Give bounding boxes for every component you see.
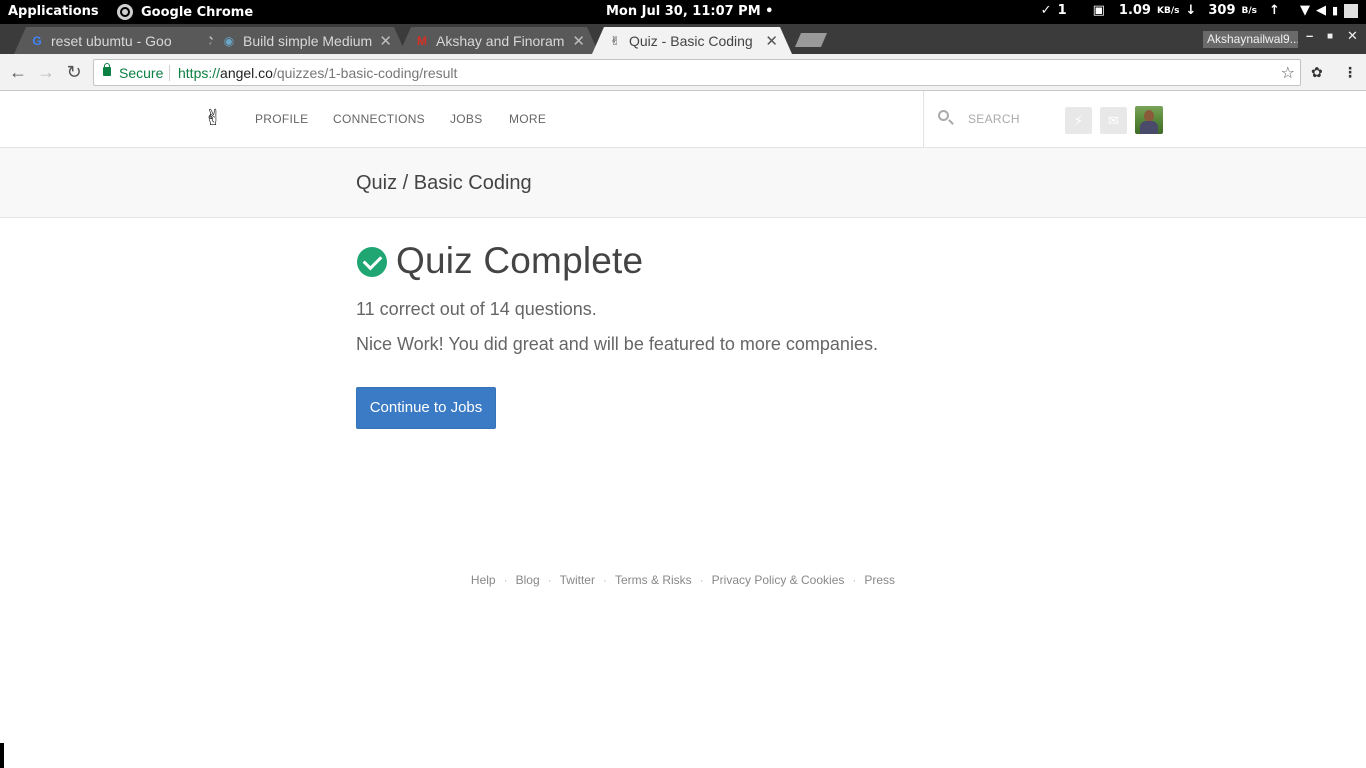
check-circle-icon bbox=[357, 247, 387, 277]
site-search[interactable]: SEARCH bbox=[923, 91, 1043, 147]
nav-more[interactable]: MORE bbox=[509, 112, 546, 126]
bookmark-star-icon[interactable]: ☆ bbox=[1281, 63, 1295, 83]
security-label[interactable]: Secure bbox=[119, 65, 163, 81]
url-scheme: https:// bbox=[178, 65, 221, 81]
footer-link-blog[interactable]: Blog bbox=[516, 573, 540, 587]
gmail-icon: M bbox=[417, 33, 427, 48]
avatar-body bbox=[1140, 121, 1158, 134]
system-top-bar: Applications Google Chrome Mon Jul 30, 1… bbox=[0, 0, 1366, 24]
tab-title: Build simple Medium bbox=[243, 32, 373, 49]
search-icon bbox=[938, 110, 949, 121]
arrow-up-icon: ↑ bbox=[1269, 3, 1280, 18]
active-app-menu[interactable]: Google Chrome bbox=[117, 4, 253, 20]
net-down-value: 1.09 bbox=[1118, 3, 1151, 18]
lock-icon bbox=[103, 63, 111, 76]
tab-title: Quiz - Basic Coding bbox=[629, 32, 753, 49]
nav-jobs[interactable]: JOBS bbox=[450, 112, 483, 126]
quiz-score: 11 correct out of 14 questions. bbox=[356, 299, 597, 319]
search-input[interactable]: SEARCH bbox=[968, 112, 1020, 126]
footer-separator: · bbox=[602, 573, 607, 587]
video-camera-icon: ▣ bbox=[1092, 3, 1105, 18]
extension-icon[interactable]: ✿ bbox=[1311, 64, 1323, 81]
url-path: /quizzes/1-basic-coding/result bbox=[272, 65, 458, 81]
url-text[interactable]: https://angel.co/quizzes/1-basic-coding/… bbox=[178, 65, 457, 81]
angellist-icon: ✌ bbox=[609, 33, 621, 48]
minimize-icon[interactable]: – bbox=[1306, 28, 1313, 43]
profile-switcher[interactable]: Akshaynailwal9... bbox=[1203, 31, 1298, 48]
footer-separator: · bbox=[547, 573, 552, 587]
footer-link-privacy[interactable]: Privacy Policy & Cookies bbox=[712, 573, 845, 587]
volume-icon: ◀ bbox=[1315, 3, 1326, 18]
quiz-feedback: Nice Work! You did great and will be fea… bbox=[356, 334, 878, 354]
continue-to-jobs-button[interactable]: Continue to Jobs bbox=[356, 387, 496, 429]
menu-kebab-icon[interactable]: ⋮ bbox=[1343, 64, 1357, 81]
footer-separator: · bbox=[503, 573, 508, 587]
browser-tab[interactable]: ◉ Build simple Medium ✕ bbox=[206, 27, 406, 54]
site-header: ✌ PROFILE CONNECTIONS JOBS MORE SEARCH ⚡… bbox=[0, 91, 1366, 148]
forward-arrow-icon[interactable]: → bbox=[34, 60, 58, 84]
power-menu-icon bbox=[1344, 3, 1358, 18]
reload-icon[interactable]: ↻ bbox=[62, 60, 86, 84]
footer-separator: · bbox=[699, 573, 704, 587]
close-tab-icon[interactable]: ✕ bbox=[572, 32, 585, 50]
back-arrow-icon[interactable]: ← bbox=[6, 60, 30, 84]
checkmark-icon: ✓ bbox=[1040, 3, 1052, 18]
chrome-icon bbox=[117, 4, 133, 20]
arrow-down-icon: ↓ bbox=[1185, 3, 1197, 18]
browser-tab-active[interactable]: ✌ Quiz - Basic Coding ✕ bbox=[592, 27, 792, 54]
footer-link-help[interactable]: Help bbox=[471, 573, 496, 587]
close-tab-icon[interactable]: ✕ bbox=[765, 32, 778, 50]
net-up-unit: B/s bbox=[1241, 5, 1258, 16]
net-down-unit: KB/s bbox=[1156, 5, 1180, 16]
page-title: Quiz Complete bbox=[396, 240, 644, 281]
url-host: angel.co bbox=[220, 65, 273, 81]
applications-menu[interactable]: Applications bbox=[8, 4, 99, 19]
browser-tab[interactable]: M Akshay and Finoram ✕ bbox=[399, 27, 599, 54]
system-tray[interactable]: ✓ 1 ▣ 1.09 KB/s ↓ 309 B/s ↑ ▼ ◀ ▮ bbox=[1041, 3, 1358, 18]
google-g-icon: G bbox=[32, 33, 42, 48]
nav-connections[interactable]: CONNECTIONS bbox=[333, 112, 425, 126]
eye-icon: ◉ bbox=[223, 33, 235, 48]
angellist-logo-icon[interactable]: ✌ bbox=[204, 105, 222, 131]
site-footer: Help · Blog · Twitter · Terms & Risks · Privacy … bbox=[0, 573, 1366, 587]
tab-strip: G reset ubumtu - Goo ✕ ◉ Build simple Me… bbox=[0, 24, 1366, 54]
address-bar[interactable]: Secure https://angel.co/quizzes/1-basic-… bbox=[93, 59, 1301, 86]
system-clock[interactable]: Mon Jul 30, 11:07 PM • bbox=[606, 4, 773, 19]
address-divider bbox=[169, 65, 170, 81]
breadcrumb: Quiz / Basic Coding bbox=[356, 172, 532, 194]
tab-title: reset ubumtu - Goo bbox=[51, 32, 172, 49]
nav-profile[interactable]: PROFILE bbox=[255, 112, 308, 126]
wifi-icon: ▼ bbox=[1299, 3, 1310, 18]
battery-icon: ▮ bbox=[1331, 4, 1338, 17]
avatar[interactable] bbox=[1135, 106, 1163, 134]
browser-toolbar: ← → ↻ Secure https://angel.co/quizzes/1-… bbox=[0, 54, 1366, 91]
close-window-icon[interactable]: ✕ bbox=[1347, 28, 1358, 44]
page-subheader: Quiz / Basic Coding bbox=[0, 148, 1366, 218]
tab-title: Akshay and Finoram bbox=[436, 32, 565, 49]
lightning-icon[interactable]: ⚡ bbox=[1065, 107, 1092, 134]
close-tab-icon[interactable]: ✕ bbox=[379, 32, 392, 50]
maximize-icon[interactable]: ■ bbox=[1327, 31, 1333, 42]
terminal-cursor bbox=[0, 743, 4, 768]
footer-link-terms[interactable]: Terms & Risks bbox=[615, 573, 692, 587]
footer-link-press[interactable]: Press bbox=[864, 573, 895, 587]
tasks-count: 1 bbox=[1057, 3, 1067, 18]
footer-separator: · bbox=[852, 573, 857, 587]
mail-icon[interactable]: ✉ bbox=[1100, 107, 1127, 134]
active-app-name: Google Chrome bbox=[141, 4, 254, 20]
footer-link-twitter[interactable]: Twitter bbox=[560, 573, 595, 587]
browser-tab[interactable]: G reset ubumtu - Goo ✕ bbox=[14, 27, 234, 54]
net-up-value: 309 bbox=[1208, 3, 1236, 18]
